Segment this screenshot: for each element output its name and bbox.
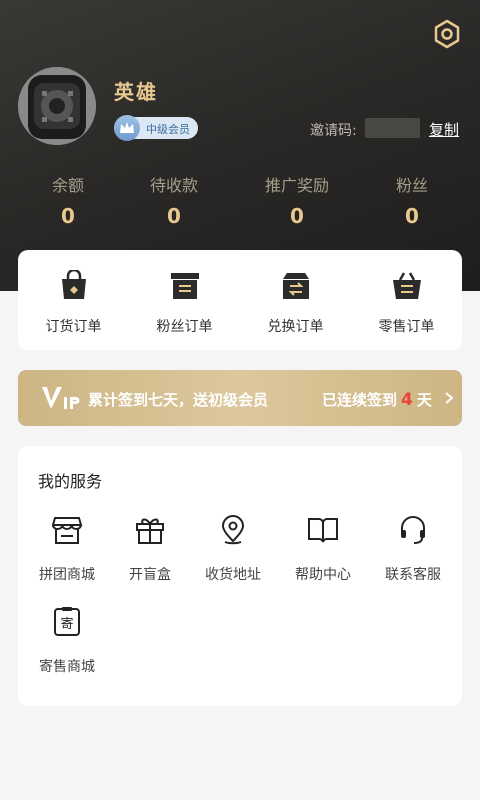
order-label: 粉丝订单 [156, 319, 213, 335]
stat-label: 粉丝 [395, 176, 428, 195]
stat-pending[interactable]: 待收款 0 [124, 172, 224, 228]
member-level-badge: 中级会员 [114, 115, 198, 141]
vip-banner-text: 累计签到七天，送初级会员 [88, 391, 269, 409]
store-icon [51, 517, 83, 544]
vip-checkin-banner[interactable]: 累计签到七天，送初级会员 已连续签到 4 天 [18, 370, 462, 426]
watch-avatar-image [18, 67, 96, 145]
member-level-label: 中级会员 [146, 123, 190, 136]
service-label: 开盲盒 [129, 567, 171, 583]
consign-icon: 寄 [54, 607, 80, 636]
stat-label: 待收款 [149, 176, 198, 195]
order-item-fans[interactable]: 粉丝订单 [129, 250, 240, 350]
service-label: 寄售商城 [39, 659, 95, 675]
stat-balance[interactable]: 余额 0 [18, 172, 118, 228]
settings-icon [434, 19, 460, 49]
stat-fans[interactable]: 粉丝 0 [362, 172, 462, 228]
stat-label: 推广奖励 [264, 176, 329, 195]
order-item-purchase[interactable]: 订货订单 [18, 250, 129, 350]
headset-icon [401, 516, 425, 544]
service-group-buy-mall[interactable]: 拼团商城 [22, 514, 112, 584]
stat-label: 余额 [51, 176, 84, 195]
service-customer-support[interactable]: 联系客服 [368, 514, 458, 584]
bag-icon [62, 270, 86, 299]
exchange-box-icon [283, 273, 309, 299]
checkin-streak: 已连续签到 4 天 [322, 389, 455, 410]
service-label: 拼团商城 [39, 567, 95, 583]
location-pin-icon [221, 515, 245, 545]
orders-card: 订货订单 粉丝订单 兑换订单 零售订单 [18, 250, 462, 350]
invite-code-value [365, 118, 420, 138]
basket-icon [393, 272, 421, 299]
order-item-exchange[interactable]: 兑换订单 [240, 250, 351, 350]
stat-value: 0 [290, 204, 304, 228]
stat-value: 0 [405, 204, 419, 228]
stat-promotion-reward[interactable]: 推广奖励 0 [247, 172, 347, 228]
gift-box-icon [136, 518, 164, 544]
stat-value: 0 [61, 204, 75, 228]
service-consignment-mall[interactable]: 寄 寄售商城 [22, 606, 112, 676]
service-help-center[interactable]: 帮助中心 [278, 514, 368, 584]
svg-text:寄: 寄 [60, 616, 73, 632]
service-label: 联系客服 [385, 567, 441, 583]
checkin-prefix: 已连续签到 [322, 391, 398, 409]
service-label: 帮助中心 [295, 567, 351, 583]
order-label: 兑换订单 [267, 319, 324, 335]
copy-button[interactable]: 复制 [429, 119, 459, 140]
settings-button[interactable] [431, 18, 463, 50]
vip-icon [42, 387, 80, 409]
order-label: 订货订单 [45, 319, 102, 335]
service-blind-box[interactable]: 开盲盒 [105, 514, 195, 584]
username: 英雄 [114, 80, 158, 104]
chevron-right-icon [445, 392, 454, 404]
profile-header [0, 0, 480, 291]
avatar[interactable] [18, 67, 96, 145]
checkin-days: 4 [401, 390, 413, 410]
service-shipping-address[interactable]: 收货地址 [188, 514, 278, 584]
services-card: 我的服务 拼团商城 开盲盒 收货地址 帮助中心 联系客服 寄 寄售商城 [18, 446, 462, 706]
order-label: 零售订单 [378, 319, 435, 335]
crown-icon [114, 115, 140, 141]
service-label: 收货地址 [205, 567, 261, 583]
order-item-retail[interactable]: 零售订单 [351, 250, 462, 350]
invite-code-label: 邀请码: [310, 123, 357, 139]
book-icon [308, 518, 338, 543]
stat-value: 0 [167, 204, 181, 228]
checkin-suffix: 天 [416, 391, 432, 409]
box-icon [171, 273, 199, 299]
services-title: 我的服务 [38, 472, 103, 491]
